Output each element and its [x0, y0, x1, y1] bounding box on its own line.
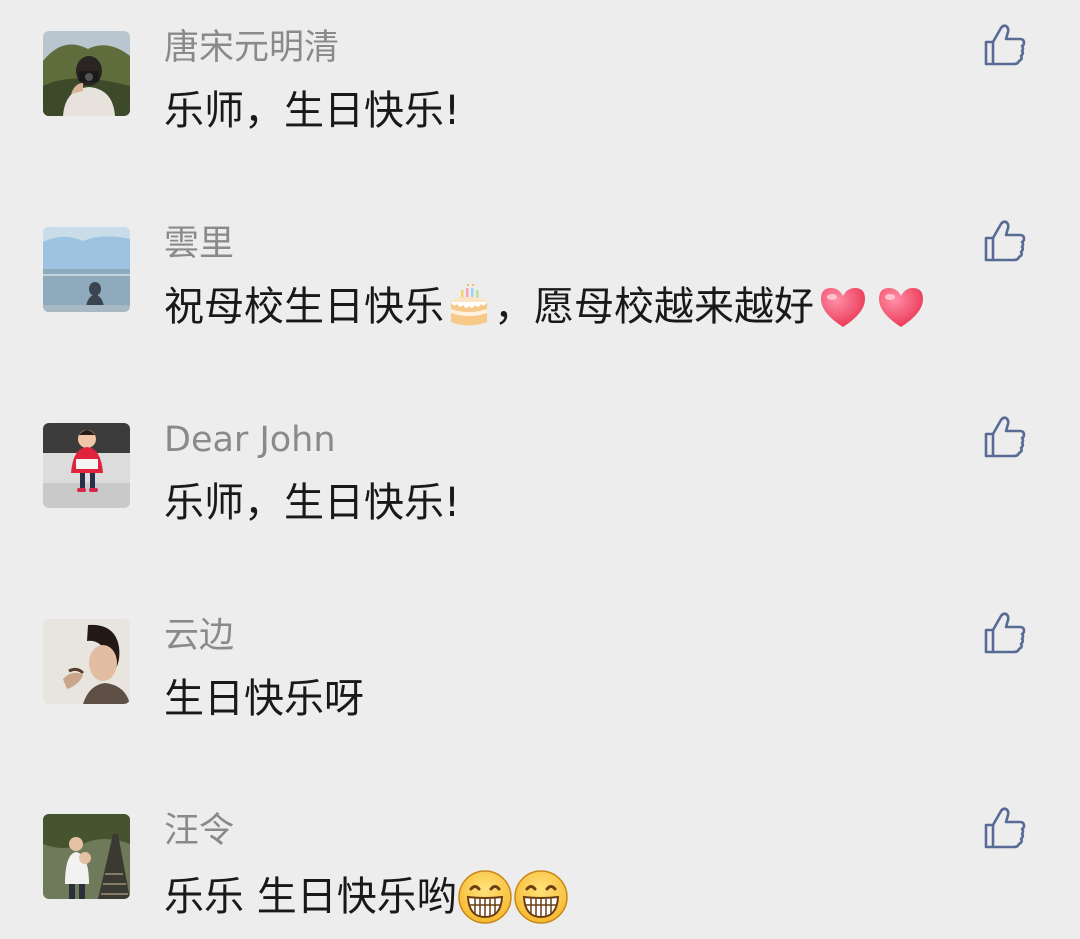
avatar[interactable]: [43, 31, 130, 116]
commenter-name: Dear John: [164, 420, 336, 460]
comment-text-segment: 乐乐 生日快乐哟: [164, 874, 457, 920]
avatar[interactable]: [43, 814, 130, 899]
grinning-face-icon: [457, 869, 513, 925]
comment-item: 云边 生日快乐呀: [0, 588, 1080, 738]
thumbs-up-icon[interactable]: [982, 610, 1028, 656]
comment-text: 乐师，生日快乐!: [164, 86, 460, 136]
red-heart-icon: [872, 282, 930, 332]
avatar-bridge-icon: [43, 814, 130, 899]
comment-text: 生日快乐呀: [164, 674, 364, 724]
comment-list: 唐宋元明清 乐师，生日快乐! 雲里 祝母校生日快乐 ，愿母校越来越好 Dear …: [0, 0, 1080, 939]
avatar[interactable]: [43, 619, 130, 704]
commenter-name: 云边: [164, 616, 235, 656]
commenter-name: 汪令: [164, 811, 235, 851]
comment-text-segment: 祝母校生日快乐: [164, 284, 444, 330]
birthday-cake-icon: [444, 282, 494, 332]
red-heart-icon: [814, 282, 872, 332]
comment-item: 唐宋元明清 乐师，生日快乐!: [0, 0, 1080, 150]
comment-item: 汪令 乐乐 生日快乐哟: [0, 783, 1080, 933]
avatar-child-red-coat-icon: [43, 423, 130, 508]
comment-text: 祝母校生日快乐 ，愿母校越来越好: [164, 282, 930, 332]
grinning-face-icon: [513, 869, 569, 925]
comment-text: 乐乐 生日快乐哟: [164, 869, 569, 925]
avatar-portrait-icon: [43, 619, 130, 704]
commenter-name: 雲里: [164, 224, 235, 264]
thumbs-up-icon[interactable]: [982, 218, 1028, 264]
comment-text: 乐师，生日快乐!: [164, 478, 460, 528]
thumbs-up-icon[interactable]: [982, 22, 1028, 68]
comment-item: Dear John 乐师，生日快乐!: [0, 392, 1080, 542]
avatar-seaside-icon: [43, 227, 130, 312]
comment-text-segment: ，愿母校越来越好: [494, 284, 814, 330]
avatar[interactable]: [43, 227, 130, 312]
avatar-photographer-icon: [43, 31, 130, 116]
thumbs-up-icon[interactable]: [982, 414, 1028, 460]
thumbs-up-icon[interactable]: [982, 805, 1028, 851]
comment-item: 雲里 祝母校生日快乐 ，愿母校越来越好: [0, 196, 1080, 346]
avatar[interactable]: [43, 423, 130, 508]
commenter-name: 唐宋元明清: [164, 28, 340, 68]
comment-text-segment: 乐师，生日快乐!: [164, 88, 461, 134]
comment-text-segment: 乐师，生日快乐!: [164, 480, 461, 526]
comment-text-segment: 生日快乐呀: [164, 676, 364, 722]
